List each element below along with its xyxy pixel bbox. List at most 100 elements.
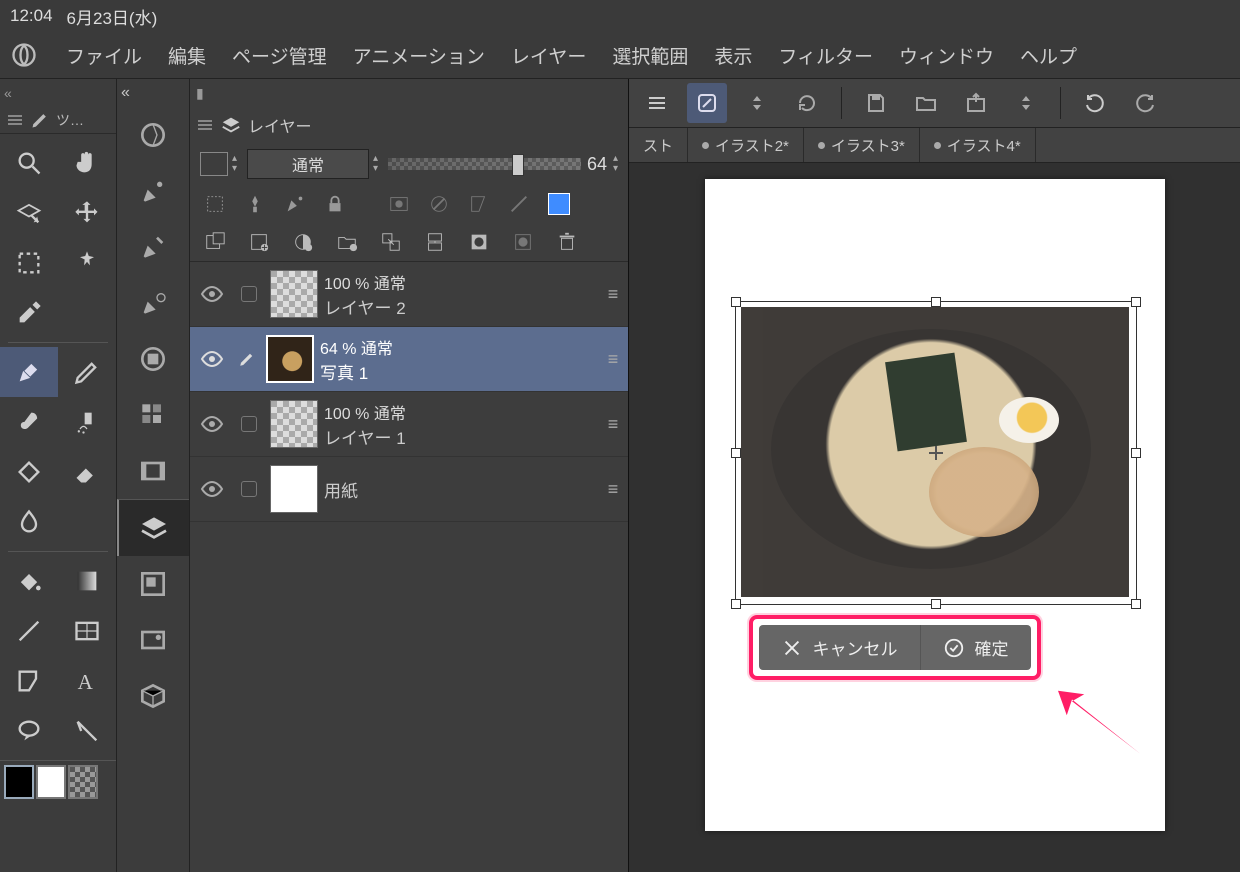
- document-tab[interactable]: イラスト3*: [804, 128, 920, 162]
- tool-gradient[interactable]: [58, 556, 116, 606]
- layer-name[interactable]: レイヤー 1: [324, 424, 598, 449]
- layer-lock-toggle[interactable]: [234, 481, 264, 497]
- menu-filter[interactable]: フィルター: [778, 42, 873, 69]
- layer-row[interactable]: 64 % 通常 写真 1 ≡: [190, 327, 628, 392]
- tool-hand[interactable]: [58, 138, 116, 188]
- blend-mode-stepper[interactable]: ▴▾: [373, 154, 378, 174]
- tool-pencil[interactable]: [58, 347, 116, 397]
- layer-visibility-toggle[interactable]: [190, 412, 234, 436]
- palette-color-indicator[interactable]: ▴▾: [200, 152, 237, 176]
- save-icon[interactable]: [856, 83, 896, 123]
- layer-lock-toggle[interactable]: [234, 416, 264, 432]
- tool-line[interactable]: [0, 606, 58, 656]
- layer-row[interactable]: 用紙 ≡: [190, 457, 628, 522]
- canvas[interactable]: キャンセル 確定: [705, 179, 1165, 831]
- layer-menu-icon[interactable]: ≡: [598, 414, 628, 435]
- tool-airbrush[interactable]: [58, 397, 116, 447]
- transform-bbox[interactable]: [735, 301, 1137, 605]
- subtool-brush3[interactable]: [117, 275, 189, 331]
- transform-handle-tc[interactable]: [931, 297, 941, 307]
- layer-thumbnail[interactable]: [266, 335, 314, 383]
- layer-extract-line-icon[interactable]: [504, 191, 534, 217]
- tool-zoom[interactable]: [0, 138, 58, 188]
- ok-button[interactable]: 確定: [920, 625, 1031, 670]
- subtool-brush2[interactable]: [117, 219, 189, 275]
- cancel-button[interactable]: キャンセル: [759, 625, 920, 670]
- document-tab[interactable]: スト: [629, 128, 688, 162]
- redo-icon[interactable]: [1125, 83, 1165, 123]
- layer-menu-icon[interactable]: ≡: [598, 349, 628, 370]
- layer-menu-icon[interactable]: ≡: [598, 479, 628, 500]
- tool-ruler[interactable]: [0, 656, 58, 706]
- refresh-icon[interactable]: [787, 83, 827, 123]
- undo-icon[interactable]: [1075, 83, 1115, 123]
- layer-lock-toggle[interactable]: [234, 286, 264, 302]
- layer-thumbnail[interactable]: [270, 465, 318, 513]
- apply-mask-icon[interactable]: [508, 229, 538, 255]
- merge-layer-icon[interactable]: [420, 229, 450, 255]
- tool-frame[interactable]: [58, 606, 116, 656]
- subtool-3d[interactable]: [117, 668, 189, 724]
- layers-panel-tab[interactable]: レイヤー: [190, 107, 628, 143]
- transfer-layer-icon[interactable]: [376, 229, 406, 255]
- layer-row[interactable]: 100 % 通常 レイヤー 1 ≡: [190, 392, 628, 457]
- collapse-mid-icon[interactable]: «: [121, 84, 130, 102]
- subtool-color-circle[interactable]: [117, 331, 189, 387]
- menu-layer[interactable]: レイヤー: [511, 42, 586, 69]
- menu-animation[interactable]: アニメーション: [353, 42, 485, 69]
- layer-draft-icon[interactable]: [280, 191, 310, 217]
- new-correction-layer-icon[interactable]: [288, 229, 318, 255]
- transform-handle-ml[interactable]: [731, 448, 741, 458]
- transform-handle-mr[interactable]: [1131, 448, 1141, 458]
- layer-mask-apply-icon[interactable]: [424, 191, 454, 217]
- transform-handle-bc[interactable]: [931, 599, 941, 609]
- layer-thumbnail[interactable]: [270, 400, 318, 448]
- layer-color-icon[interactable]: [544, 191, 574, 217]
- subtool-quick-access[interactable]: [117, 107, 189, 163]
- transparent-color-swatch[interactable]: [68, 765, 98, 799]
- layer-lock-icon[interactable]: [320, 191, 350, 217]
- edit-mode-icon[interactable]: [687, 83, 727, 123]
- tool-brush[interactable]: [0, 397, 58, 447]
- new-folder-icon[interactable]: [332, 229, 362, 255]
- collapse-left-icon[interactable]: «: [4, 85, 12, 101]
- menu-selection[interactable]: 選択範囲: [612, 42, 688, 69]
- opacity-stepper[interactable]: ▴▾: [613, 154, 618, 174]
- tool-text[interactable]: A: [58, 656, 116, 706]
- new-vector-layer-icon[interactable]: [244, 229, 274, 255]
- layer-menu-icon[interactable]: ≡: [598, 284, 628, 305]
- subtool-animation[interactable]: [117, 443, 189, 499]
- subtool-navigator[interactable]: [117, 556, 189, 612]
- stepper2-icon[interactable]: [1006, 83, 1046, 123]
- stepper-icon[interactable]: [737, 83, 777, 123]
- layer-name[interactable]: レイヤー 2: [324, 294, 598, 319]
- hamburger-menu-icon[interactable]: [637, 83, 677, 123]
- panel-drag-icon[interactable]: ▮: [196, 85, 204, 102]
- transform-handle-bl[interactable]: [731, 599, 741, 609]
- layer-mask-enable-icon[interactable]: [384, 191, 414, 217]
- menu-view[interactable]: 表示: [714, 42, 752, 69]
- layer-visibility-toggle[interactable]: [190, 477, 234, 501]
- blend-mode-select[interactable]: 通常: [247, 149, 369, 179]
- open-icon[interactable]: [906, 83, 946, 123]
- subtool-brush1[interactable]: [117, 163, 189, 219]
- layer-ruler-icon[interactable]: [464, 191, 494, 217]
- transform-handle-tr[interactable]: [1131, 297, 1141, 307]
- export-icon[interactable]: [956, 83, 996, 123]
- tool-wand[interactable]: [58, 238, 116, 288]
- tool-deco[interactable]: [0, 447, 58, 497]
- menu-edit[interactable]: 編集: [168, 42, 206, 69]
- tool-blend[interactable]: [0, 497, 58, 547]
- subtool-layers[interactable]: [117, 499, 189, 556]
- tool-object-select[interactable]: [0, 188, 58, 238]
- layer-name[interactable]: 写真 1: [320, 359, 598, 384]
- delete-layer-icon[interactable]: [552, 229, 582, 255]
- layer-row[interactable]: 100 % 通常 レイヤー 2 ≡: [190, 262, 628, 327]
- tool-fill[interactable]: [0, 556, 58, 606]
- tool-pen[interactable]: [0, 347, 58, 397]
- tool-marquee[interactable]: [0, 238, 58, 288]
- create-mask-icon[interactable]: [464, 229, 494, 255]
- subtool-color-set[interactable]: [117, 387, 189, 443]
- tool-move[interactable]: [58, 188, 116, 238]
- tool-eraser[interactable]: [58, 447, 116, 497]
